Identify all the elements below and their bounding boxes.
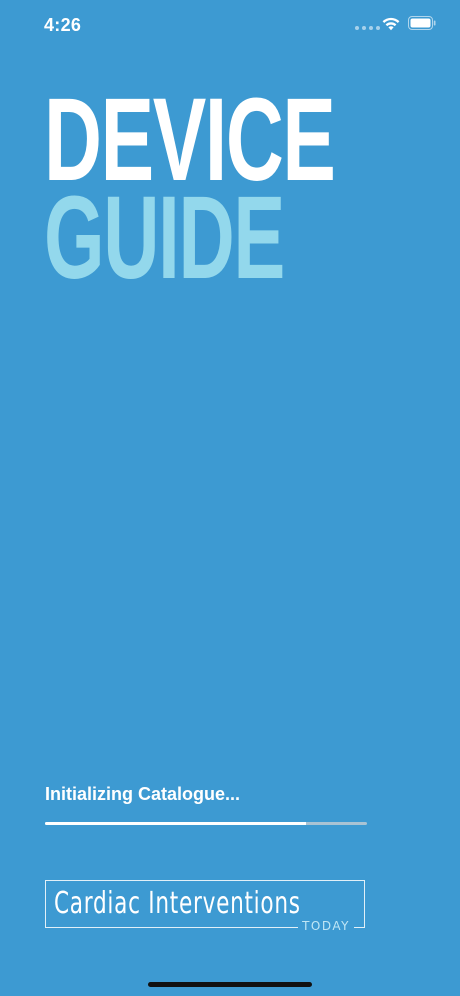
- status-time: 4:26: [44, 15, 82, 35]
- app-logo: DEVICE GUIDE: [44, 81, 366, 304]
- loading-progress-bar: [45, 822, 367, 825]
- loading-status-text: Initializing Catalogue...: [45, 784, 241, 804]
- status-bar: 4:26: [0, 0, 460, 50]
- battery-icon: [408, 16, 436, 30]
- loading-progress-fill: [45, 822, 306, 825]
- splash-screen: 4:26 DEVICE GUIDE Initializing Catalogue…: [0, 0, 460, 996]
- home-indicator[interactable]: [148, 982, 312, 987]
- publisher-logo: Cardiac Interventions TODAY: [45, 880, 365, 933]
- wifi-icon: [382, 17, 400, 31]
- publisher-name: Cardiac Interventions: [54, 886, 301, 921]
- publisher-subtitle: TODAY: [298, 919, 354, 933]
- logo-guide-text: GUIDE: [44, 172, 285, 304]
- signal-dots-icon: [355, 26, 380, 30]
